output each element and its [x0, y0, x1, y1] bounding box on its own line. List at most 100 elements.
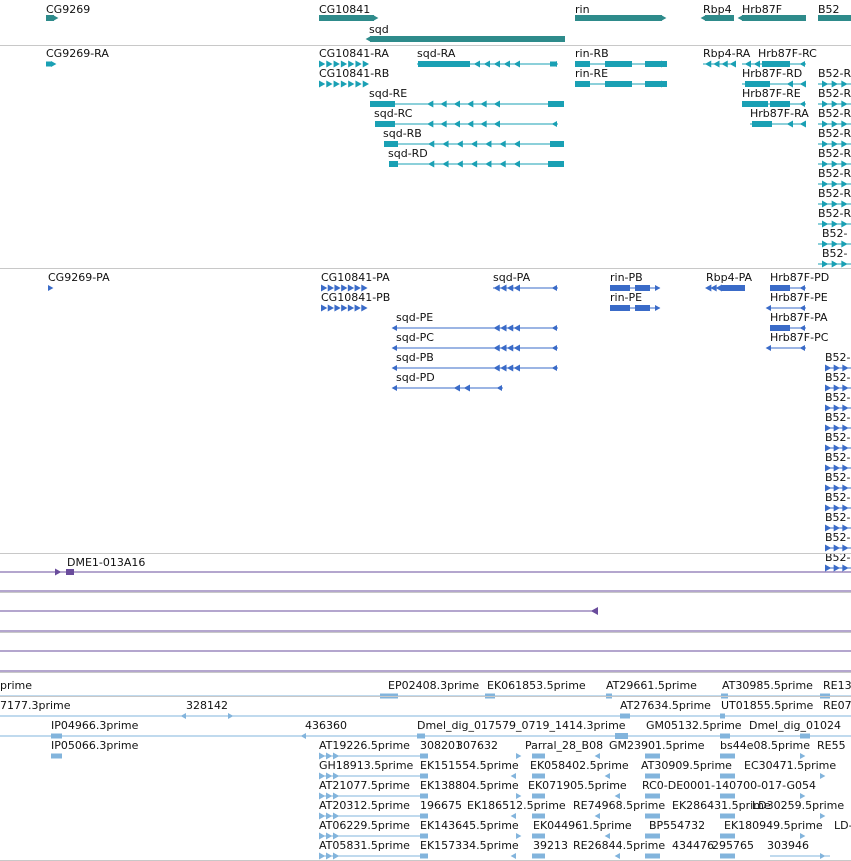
transcript-label[interactable]: B52-	[822, 247, 848, 260]
est-label[interactable]: IP04966.3prime	[51, 719, 138, 732]
transcript-label[interactable]: B52-R	[818, 187, 851, 200]
protein-label[interactable]: CG10841-PA	[321, 271, 390, 284]
est-label[interactable]: EK180949.5prime	[724, 819, 823, 832]
est-label[interactable]: RE07	[823, 699, 851, 712]
gene-label[interactable]: Hrb87F	[742, 3, 782, 16]
est-label[interactable]: EP02408.3prime	[388, 679, 479, 692]
est-label[interactable]: 436360	[305, 719, 347, 732]
transcript-label[interactable]: rin-RE	[575, 67, 608, 80]
transcript-label[interactable]: CG10841-RA	[319, 47, 389, 60]
est-label[interactable]: prime	[0, 679, 32, 692]
est-label[interactable]: 303946	[767, 839, 809, 852]
protein-label[interactable]: B52-	[825, 531, 851, 544]
transcript-label[interactable]: Hrb87F-RA	[750, 107, 809, 120]
est-label[interactable]: EK151554.5prime	[420, 759, 519, 772]
transcript-label[interactable]: CG10841-RB	[319, 67, 389, 80]
transcript-label[interactable]: sqd-RA	[417, 47, 455, 60]
est-label[interactable]: 295765	[712, 839, 754, 852]
est-label[interactable]: AT30909.5prime	[641, 759, 732, 772]
transcript-label[interactable]: sqd-RB	[383, 127, 422, 140]
est-label[interactable]: 328142	[186, 699, 228, 712]
est-label[interactable]: RC0-DE0001-140700-017-G054	[642, 779, 816, 792]
est-label[interactable]: LD-	[834, 819, 851, 832]
protein-label[interactable]: Hrb87F-PC	[770, 331, 828, 344]
gene-label[interactable]: CG9269	[46, 3, 90, 16]
est-label[interactable]: EK071905.5prime	[528, 779, 627, 792]
est-label[interactable]: Parral_28_B08	[525, 739, 603, 752]
est-label[interactable]: AT29661.5prime	[606, 679, 697, 692]
est-label[interactable]: EK143645.5prime	[420, 819, 519, 832]
protein-label[interactable]: Hrb87F-PD	[770, 271, 829, 284]
est-label[interactable]: RE13	[823, 679, 851, 692]
protein-label[interactable]: CG10841-PB	[321, 291, 390, 304]
est-label[interactable]: 196675	[420, 799, 462, 812]
transcript-label[interactable]: B52-	[822, 227, 848, 240]
transcript-label[interactable]: B52-R	[818, 207, 851, 220]
transcript-label[interactable]: B52-R	[818, 167, 851, 180]
est-label[interactable]: AT06229.5prime	[319, 819, 410, 832]
transcript-label[interactable]: Hrb87F-RE	[742, 87, 801, 100]
est-label[interactable]: AT05831.5prime	[319, 839, 410, 852]
est-label[interactable]: EK138804.5prime	[420, 779, 519, 792]
est-label[interactable]: EK044961.5prime	[533, 819, 632, 832]
est-label[interactable]: Dmel_dig_017579_0719_1414.3prime	[417, 719, 626, 732]
transcript-label[interactable]: Hrb87F-RD	[742, 67, 802, 80]
protein-label[interactable]: Hrb87F-PE	[770, 291, 828, 304]
est-label[interactable]: EK186512.5prime	[467, 799, 566, 812]
est-label[interactable]: 434476	[672, 839, 714, 852]
est-label[interactable]: RE26844.5prime	[573, 839, 665, 852]
transcript-label[interactable]: B52-R	[818, 107, 851, 120]
transcript-label[interactable]: Rbp4-RA	[703, 47, 750, 60]
est-label[interactable]: EK061853.5prime	[487, 679, 586, 692]
protein-label[interactable]: B52-	[825, 411, 851, 424]
est-label[interactable]: EK058402.5prime	[530, 759, 629, 772]
protein-label[interactable]: sqd-PE	[396, 311, 433, 324]
protein-label[interactable]: sqd-PA	[493, 271, 530, 284]
est-label[interactable]: BP554732	[649, 819, 705, 832]
protein-label[interactable]: B52-	[825, 511, 851, 524]
transcript-label[interactable]: B52-R	[818, 127, 851, 140]
est-label[interactable]: LD30259.5prime	[752, 799, 844, 812]
protein-label[interactable]: B52-	[825, 351, 851, 364]
protein-label[interactable]: sqd-PB	[396, 351, 434, 364]
protein-label[interactable]: rin-PE	[610, 291, 642, 304]
est-label[interactable]: 39213	[533, 839, 568, 852]
gene-label[interactable]: CG10841	[319, 3, 370, 16]
gene-label[interactable]: Rbp4	[703, 3, 732, 16]
protein-label[interactable]: Rbp4-PA	[706, 271, 752, 284]
transcript-label[interactable]: sqd-RC	[374, 107, 412, 120]
protein-label[interactable]: sqd-PC	[396, 331, 434, 344]
est-label[interactable]: GM23901.5prime	[609, 739, 705, 752]
transcript-label[interactable]: B52-R	[818, 87, 851, 100]
protein-label[interactable]: rin-PB	[610, 271, 643, 284]
protein-label[interactable]: B52-	[825, 371, 851, 384]
gene-label[interactable]: B52	[818, 3, 840, 16]
est-label[interactable]: RE55	[817, 739, 846, 752]
gene-label[interactable]: sqd	[369, 23, 389, 36]
protein-label[interactable]: B52-	[825, 471, 851, 484]
est-label[interactable]: AT30985.5prime	[722, 679, 813, 692]
est-label[interactable]: GH18913.5prime	[319, 759, 413, 772]
protein-label[interactable]: B52-	[825, 451, 851, 464]
protein-label[interactable]: B52-	[825, 431, 851, 444]
transcript-label[interactable]: B52-R	[818, 147, 851, 160]
est-label[interactable]: UT01855.5prime	[721, 699, 813, 712]
protein-label[interactable]: CG9269-PA	[48, 271, 110, 284]
transcript-label[interactable]: B52-R	[818, 67, 851, 80]
est-label[interactable]: AT27634.5prime	[620, 699, 711, 712]
est-label[interactable]: GM05132.5prime	[646, 719, 742, 732]
est-label[interactable]: EK157334.5prime	[420, 839, 519, 852]
gene-label[interactable]: rin	[575, 3, 590, 16]
est-label[interactable]: Dmel_dig_01024	[749, 719, 841, 732]
est-label[interactable]: bs44e08.5prime	[720, 739, 810, 752]
transcript-label[interactable]: rin-RB	[575, 47, 609, 60]
transcript-label[interactable]: sqd-RD	[388, 147, 428, 160]
transcript-label[interactable]: CG9269-RA	[46, 47, 109, 60]
est-label[interactable]: 307632	[456, 739, 498, 752]
clone-label[interactable]: DME1-013A16	[67, 556, 145, 569]
transcript-label[interactable]: sqd-RE	[369, 87, 407, 100]
est-label[interactable]: 7177.3prime	[0, 699, 71, 712]
protein-label[interactable]: Hrb87F-PA	[770, 311, 828, 324]
est-label[interactable]: AT19226.5prime	[319, 739, 410, 752]
protein-label[interactable]: B52-	[825, 491, 851, 504]
